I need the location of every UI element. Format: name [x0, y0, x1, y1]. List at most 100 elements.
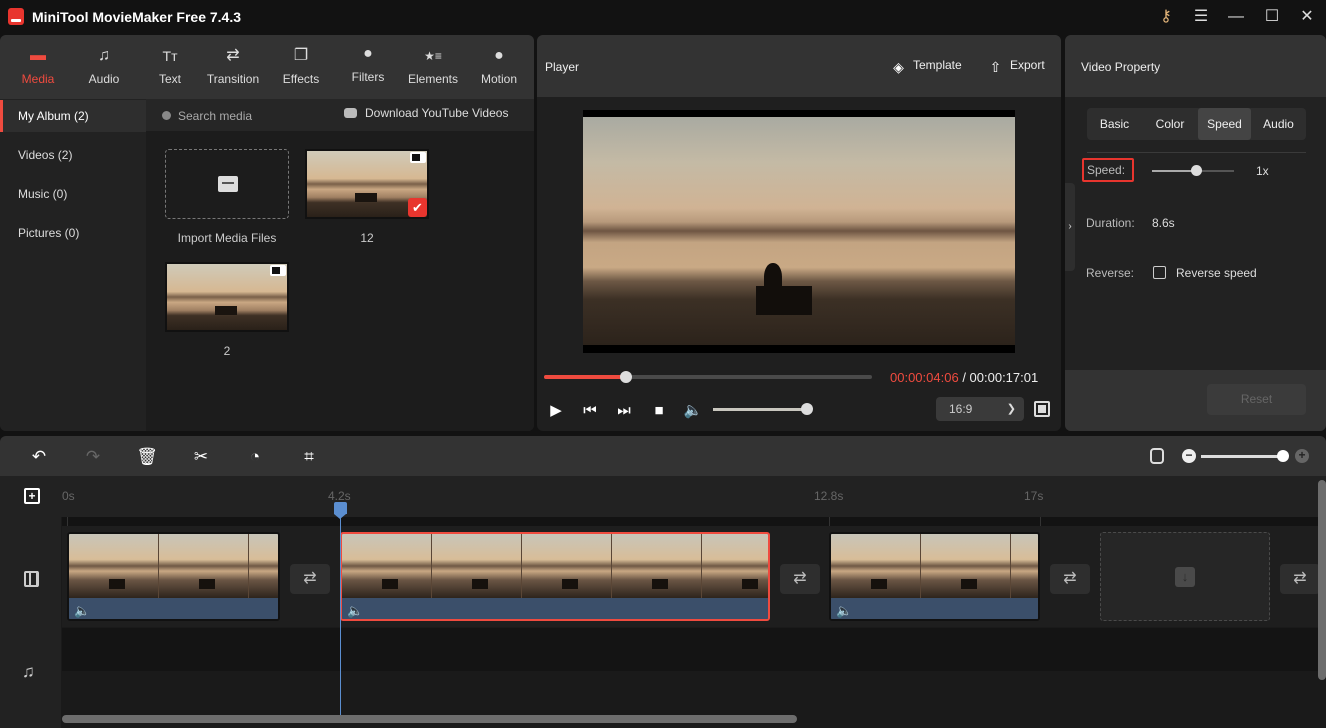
timeline-zoom-handle[interactable] — [1277, 450, 1289, 462]
video-preview[interactable] — [583, 110, 1015, 353]
tab-audio[interactable]: ♫ Audio — [71, 35, 137, 99]
key-icon[interactable]: ⚷ — [1154, 6, 1178, 28]
split-icon[interactable]: ✂ — [190, 446, 212, 468]
volume-handle[interactable] — [801, 403, 813, 415]
check-icon: ✔ — [408, 198, 427, 217]
speed-value: 1x — [1256, 164, 1269, 178]
reset-button[interactable]: Reset — [1207, 384, 1306, 415]
reverse-speed-checkbox[interactable] — [1153, 266, 1166, 279]
nav-videos[interactable]: Videos (2) — [0, 139, 146, 171]
previous-icon[interactable]: ⏮ — [580, 401, 600, 421]
transition-button[interactable]: ⇄ — [1280, 564, 1320, 594]
export-button[interactable]: ⇧ Export — [988, 58, 1045, 75]
speed-icon[interactable]: ◔ — [244, 446, 266, 468]
download-youtube-button[interactable]: Download YouTube Videos — [344, 106, 508, 124]
tab-speed[interactable]: Speed — [1198, 108, 1251, 140]
horizontal-scrollbar[interactable] — [62, 715, 797, 723]
tick-mark — [829, 517, 830, 526]
import-media-button[interactable] — [165, 149, 289, 219]
playhead-handle[interactable] — [334, 502, 347, 519]
layers-icon: ◈ — [893, 59, 904, 75]
redo-icon[interactable]: ↷ — [82, 446, 104, 468]
stop-icon[interactable]: ■ — [649, 401, 669, 421]
add-track-icon[interactable]: + — [24, 488, 40, 504]
maximize-icon[interactable]: ☐ — [1260, 6, 1284, 28]
crop-icon[interactable]: ⌗ — [298, 446, 320, 468]
zoom-out-icon[interactable]: − — [1182, 449, 1196, 463]
next-icon[interactable]: ⏭ — [614, 401, 634, 421]
tab-label: Media — [21, 72, 55, 86]
tab-media[interactable]: ▬ Media — [5, 35, 71, 99]
transition-button[interactable]: ⇄ — [780, 564, 820, 594]
transition-button[interactable]: ⇄ — [1050, 564, 1090, 594]
duration-value: 8.6s — [1152, 216, 1175, 230]
timeline-toolbar: ↶ ↷ 🗑 ✂ ◔ ⌗ − + — [0, 436, 1326, 476]
music-note-icon: ♫ — [98, 47, 110, 64]
time-ruler[interactable]: + 0s 4.2s 12.8s 17s — [0, 476, 1326, 517]
speed-slider-handle[interactable] — [1191, 165, 1202, 176]
tab-basic[interactable]: Basic — [1087, 108, 1142, 140]
player-header: Player ◈ Template ⇧ Export — [537, 35, 1061, 97]
play-icon[interactable]: ▶ — [546, 401, 566, 421]
timeline-clip[interactable]: 🔈 — [829, 532, 1040, 621]
aspect-ratio-select[interactable]: 16:9 ❯ — [936, 397, 1024, 421]
tab-color[interactable]: Color — [1142, 108, 1198, 140]
effects-icon: ❐ — [293, 47, 309, 64]
reverse-speed-label[interactable]: Reverse speed — [1176, 266, 1257, 280]
clip-volume-icon[interactable]: 🔈 — [74, 603, 90, 619]
download-youtube-label: Download YouTube Videos — [365, 106, 509, 120]
search-input[interactable] — [160, 107, 320, 125]
timeline-clip-selected[interactable]: 🔈 — [340, 532, 770, 621]
motion-icon: ● — [494, 47, 504, 64]
tab-filters[interactable]: ● Filters — [335, 35, 401, 99]
nav-pictures[interactable]: Pictures (0) — [0, 217, 146, 249]
minimize-icon[interactable]: — — [1224, 6, 1248, 28]
zoom-in-icon[interactable]: + — [1295, 449, 1309, 463]
tick-label: 12.8s — [814, 489, 844, 503]
undo-icon[interactable]: ↶ — [28, 446, 50, 468]
tab-label: Text — [158, 72, 181, 86]
filters-icon: ● — [363, 45, 373, 62]
timeline-zoom-slider[interactable] — [1201, 455, 1283, 458]
seek-handle[interactable] — [620, 371, 632, 383]
tick-label: 0s — [62, 489, 75, 503]
nav-my-album[interactable]: My Album (2) — [0, 100, 146, 132]
elements-icon: ★≡ — [424, 49, 442, 63]
tab-transition[interactable]: ⇄ Transition — [200, 35, 266, 99]
vertical-scrollbar[interactable] — [1318, 480, 1326, 680]
collapse-panel-chevron-icon[interactable]: › — [1065, 183, 1075, 271]
zoom-to-fit-icon[interactable] — [1150, 448, 1164, 464]
fullscreen-icon[interactable] — [1034, 401, 1050, 417]
top-tabs: ▬ Media ♫ Audio Tт Text ⇄ Transition ❐ E… — [0, 35, 534, 99]
timeline-clip[interactable]: 🔈 — [67, 532, 280, 621]
chevron-down-icon: ❯ — [1006, 403, 1016, 415]
volume-slider[interactable] — [713, 408, 807, 411]
property-tabs: Basic Color Speed Audio — [1087, 108, 1306, 140]
tab-effects[interactable]: ❐ Effects — [268, 35, 334, 99]
tab-elements[interactable]: ★≡ Elements — [400, 35, 466, 99]
download-arrow-icon: ↓ — [1175, 567, 1195, 587]
template-button[interactable]: ◈ Template — [891, 58, 962, 75]
close-icon[interactable]: ✕ — [1295, 6, 1319, 28]
clip-volume-icon[interactable]: 🔈 — [347, 603, 363, 619]
delete-icon[interactable]: 🗑 — [136, 446, 158, 468]
clip-volume-icon[interactable]: 🔈 — [836, 603, 852, 619]
transition-button[interactable]: ⇄ — [290, 564, 330, 594]
tab-text[interactable]: Tт Text — [137, 35, 203, 99]
property-title: Video Property — [1081, 60, 1161, 74]
tab-audio-prop[interactable]: Audio — [1251, 108, 1306, 140]
menu-icon[interactable]: ☰ — [1189, 6, 1213, 28]
tab-label: Elements — [407, 72, 459, 86]
seek-bar[interactable] — [544, 371, 872, 383]
media-item[interactable] — [165, 262, 289, 332]
tab-motion[interactable]: ● Motion — [466, 35, 532, 99]
media-item-label: 2 — [223, 344, 231, 358]
upload-icon: ⇧ — [989, 59, 1002, 75]
media-item[interactable]: ✔ — [305, 149, 429, 219]
property-header: Video Property — [1065, 35, 1326, 97]
tab-label: Transition — [206, 72, 260, 86]
volume-icon[interactable]: 🔈 — [683, 401, 703, 421]
clip-drop-zone[interactable]: ↓ — [1100, 532, 1270, 621]
track-headers — [0, 517, 61, 728]
nav-music[interactable]: Music (0) — [0, 178, 146, 210]
